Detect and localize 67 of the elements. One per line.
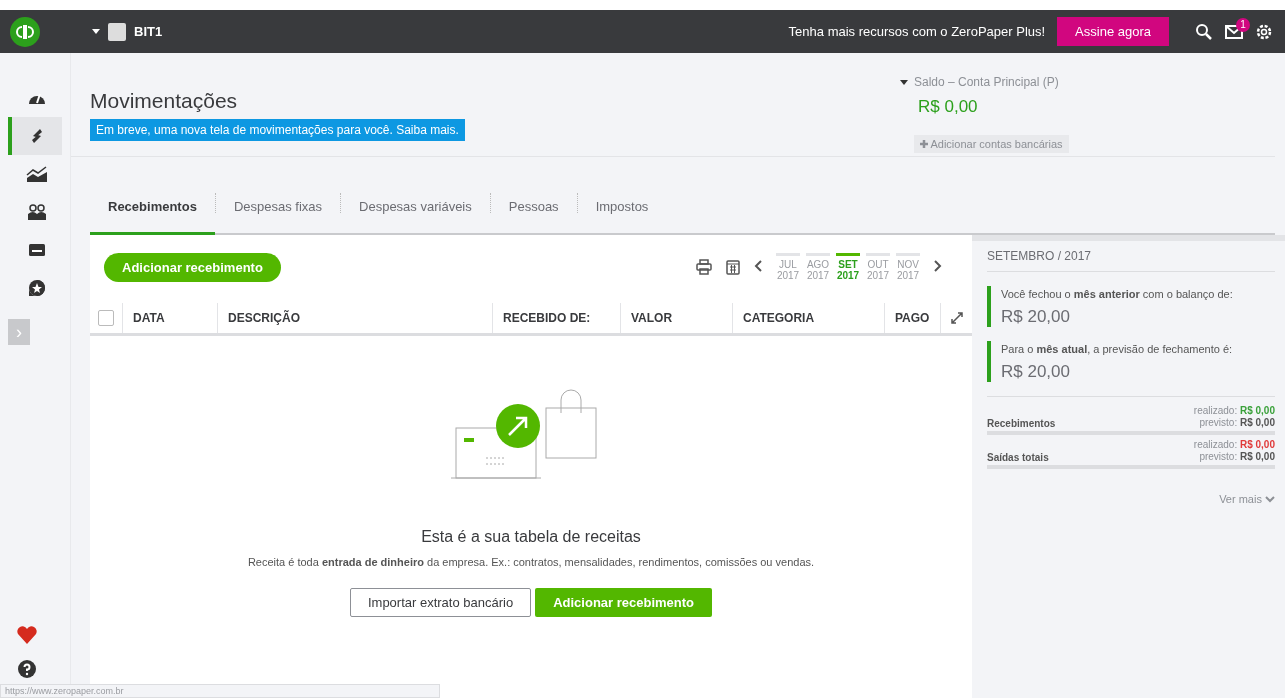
arrows-icon [30, 127, 44, 145]
column-header[interactable]: RECEBIDO DE: [492, 303, 620, 333]
promo-text: Tenha mais recursos com o ZeroPaper Plus! [788, 24, 1046, 39]
add-receipt-button[interactable]: Adicionar recebimento [104, 252, 281, 282]
balance-amount: R$ 20,00 [1001, 362, 1071, 382]
empty-state-text: Receita é toda entrada de dinheiro da empresa. Ex.: contratos, mensalidades, rendimentos, comissões ou vendas. [247, 556, 815, 568]
month-tab[interactable]: AGO 2017 [806, 253, 830, 281]
expand-icon[interactable] [950, 312, 963, 324]
forecast-label: previsto: [1199, 451, 1238, 462]
plus-icon [920, 140, 928, 148]
column-header[interactable]: DATA [122, 303, 217, 333]
realized-value: R$ 0,00 [1239, 405, 1275, 416]
summary-label: Saídas totais [987, 452, 1049, 463]
search-icon[interactable] [1195, 22, 1213, 41]
empty-state-title: Esta é a sua tabela de receitas [421, 528, 641, 546]
forecast-value: R$ 0,00 [1239, 417, 1275, 428]
add-receipt-button[interactable]: Adicionar recebimento [535, 588, 713, 617]
info-banner[interactable]: Em breve, uma nova tela de movimentações para você. Saiba mais. [90, 119, 465, 141]
logo-icon[interactable] [10, 16, 40, 47]
mail-icon[interactable] [1225, 24, 1243, 39]
tab[interactable]: Impostos [577, 199, 667, 235]
chevron-down-icon [1265, 496, 1275, 503]
print-icon[interactable] [696, 259, 712, 275]
balance-label[interactable]: Saldo – Conta Principal (P) [914, 75, 1059, 89]
star-badge-icon [28, 279, 46, 297]
summary-label: Recebimentos [987, 418, 1056, 429]
tab[interactable]: Despesas variáveis [341, 199, 490, 235]
company-name[interactable]: BIT1 [134, 24, 163, 39]
balance-amount: R$ 20,00 [1001, 307, 1071, 327]
month-tab[interactable]: OUT 2017 [866, 253, 890, 281]
sidebar-item[interactable] [8, 117, 62, 155]
caret-icon[interactable] [900, 79, 908, 85]
chart-icon [26, 166, 48, 182]
period-title: SETEMBRO / 2017 [987, 249, 1275, 272]
subscribe-button[interactable]: Assine agora [1057, 17, 1169, 46]
tab[interactable]: Despesas fixas [215, 199, 341, 235]
month-tab[interactable]: JUL 2017 [776, 253, 800, 281]
realized-label: realizado: [1193, 405, 1238, 416]
column-header[interactable]: VALOR [620, 303, 732, 333]
settings-icon[interactable] [1255, 22, 1273, 41]
column-header[interactable]: CATEGORIA [732, 303, 884, 333]
month-tab[interactable]: NOV 2017 [896, 253, 920, 281]
page-title: Movimentações [90, 89, 239, 113]
status-url: https://www.zeropaper.com.br [0, 684, 440, 698]
month-tab[interactable]: SET 2017 [836, 253, 860, 281]
tab[interactable]: Pessoas [490, 199, 577, 235]
notification-badge: 1 [1236, 17, 1250, 32]
realized-label: realizado: [1193, 439, 1238, 450]
heart-icon[interactable] [17, 626, 37, 644]
add-accounts-button[interactable]: Adicionar contas bancárias [914, 135, 1069, 153]
card-icon [29, 244, 45, 256]
balance-amount: R$ 0,00 [918, 97, 979, 117]
import-statement-button[interactable]: Importar extrato bancário [349, 588, 532, 617]
realized-value: R$ 0,00 [1239, 439, 1275, 450]
column-header[interactable]: PAGO [884, 303, 940, 333]
calendar-icon[interactable] [726, 259, 740, 275]
forecast-label: previsto: [1199, 417, 1238, 428]
forecast-value: R$ 0,00 [1239, 451, 1275, 462]
help-icon[interactable] [18, 660, 36, 678]
caret-icon[interactable] [92, 29, 100, 34]
balance-statement: Para o mês atual, a previsão de fechamento é: [1001, 343, 1234, 355]
balance-statement: Você fechou o mês anterior com o balanço de: [1001, 288, 1234, 300]
company-logo-icon [108, 22, 126, 41]
column-header[interactable]: DESCRIÇÃO [217, 303, 492, 333]
select-all-checkbox[interactable] [98, 310, 114, 326]
people-icon [28, 204, 46, 220]
see-more-link[interactable]: Ver mais [987, 493, 1275, 505]
